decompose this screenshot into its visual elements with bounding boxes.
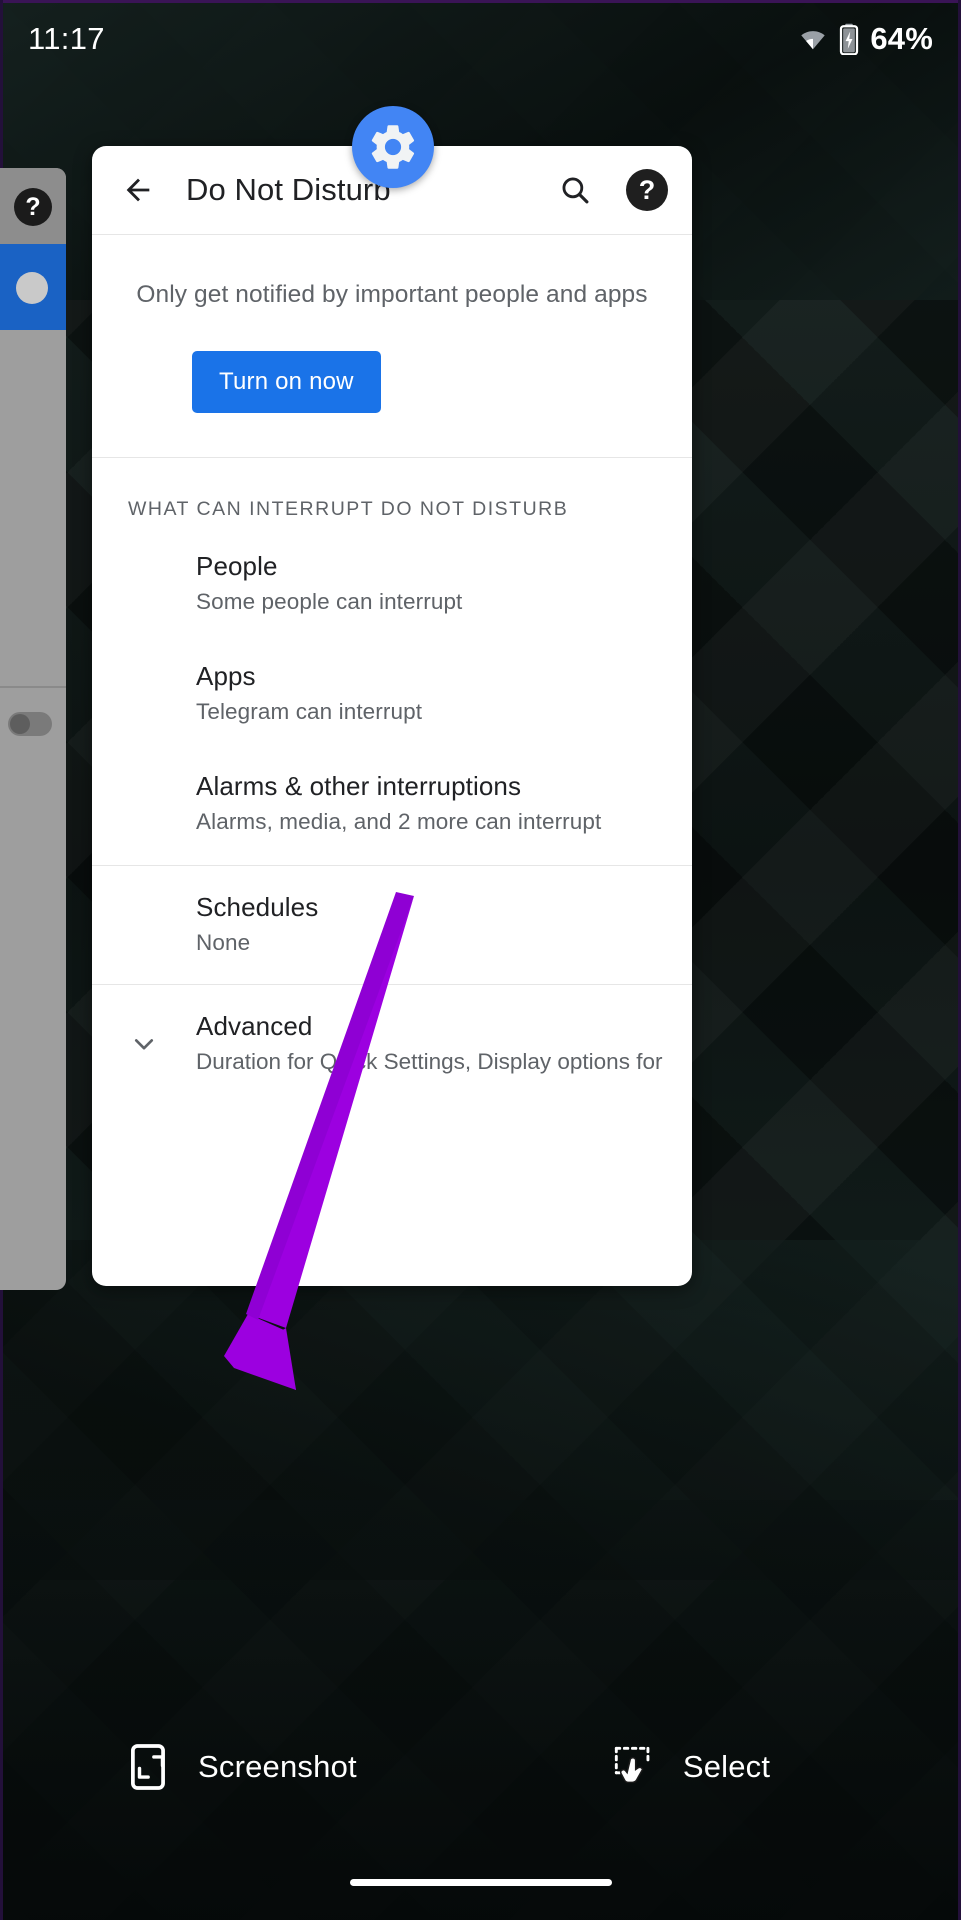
status-bar-clock: 11:17 <box>28 21 105 56</box>
list-item-subtitle: Some people can interrupt <box>196 589 463 614</box>
list-item-title: Schedules <box>196 892 319 922</box>
help-circle-icon: ? <box>626 169 668 211</box>
background-panel-selected-row <box>0 244 66 330</box>
list-item-title: Alarms & other interruptions <box>196 771 522 801</box>
settings-gear-icon <box>371 125 415 169</box>
search-icon <box>562 177 589 204</box>
status-bar-indicators: 64% <box>798 21 933 57</box>
selected-dot-icon <box>16 272 48 304</box>
status-bar: 11:17 64% <box>0 0 961 78</box>
search-button[interactable] <box>552 167 598 213</box>
do-not-disturb-card: Do Not Disturb ? Only get notified by im… <box>92 146 692 1286</box>
turn-on-now-button[interactable]: Turn on now <box>192 351 381 413</box>
page-title: Do Not Disturb <box>186 172 391 207</box>
app-bar-actions: ? <box>552 167 670 213</box>
settings-gear-badge <box>352 106 434 188</box>
list-item-title: People <box>196 551 278 581</box>
list-item-schedules[interactable]: Schedules None <box>92 866 692 984</box>
list-item-alarms-other-interruptions[interactable]: Alarms & other interruptions Alarms, med… <box>92 749 692 859</box>
list-item-subtitle: Alarms, media, and 2 more can interrupt <box>196 809 602 834</box>
select-label: Select <box>682 1749 771 1784</box>
phone-screen: 11:17 64% ? Do Not Disturb ? Only get no… <box>0 0 961 1920</box>
select-hand-icon <box>614 1746 650 1784</box>
interrupt-options-list: People Some people can interrupt Apps Te… <box>92 529 692 865</box>
list-item-title: Apps <box>196 661 256 691</box>
list-item-people[interactable]: People Some people can interrupt <box>92 529 692 639</box>
help-circle-icon: ? <box>14 188 52 226</box>
list-item-apps[interactable]: Apps Telegram can interrupt <box>92 639 692 749</box>
list-item-advanced[interactable]: Advanced Duration for Quick Settings, Di… <box>92 985 692 1101</box>
navigation-pill[interactable] <box>349 1879 612 1886</box>
wifi-icon <box>801 31 826 50</box>
background-panel-header: ? <box>0 168 66 244</box>
list-item-text: Alarms & other interruptions Alarms, med… <box>196 771 601 835</box>
screenshot-phone-icon <box>131 1744 165 1790</box>
back-button[interactable] <box>112 164 164 216</box>
dnd-description: Only get notified by important people an… <box>136 281 648 308</box>
select-button[interactable]: Select <box>613 1744 770 1790</box>
help-button[interactable]: ? <box>624 167 670 213</box>
list-item-text: Apps Telegram can interrupt <box>196 661 422 725</box>
advanced-text: Advanced Duration for Quick Settings, Di… <box>196 1011 666 1075</box>
background-panel-divider <box>0 686 66 688</box>
wallpaper-shade-bottom <box>0 1500 961 1920</box>
screenshot-button[interactable]: Screenshot <box>130 1744 357 1790</box>
list-item-text: Schedules None <box>196 892 318 956</box>
background-app-panel: ? <box>0 168 66 1290</box>
list-item-subtitle: None <box>196 930 251 955</box>
advanced-subtitle: Duration for Quick Settings, Display opt… <box>196 1049 666 1074</box>
toggle-switch-off-icon <box>8 712 52 736</box>
back-arrow-icon <box>126 178 150 202</box>
turn-on-button-wrap: Turn on now <box>92 351 692 413</box>
list-item-subtitle: Telegram can interrupt <box>196 699 423 724</box>
battery-charging-icon <box>840 23 859 55</box>
section-header-interrupt: WHAT CAN INTERRUPT DO NOT DISTURB <box>128 498 569 520</box>
list-item-text: People Some people can interrupt <box>196 551 462 615</box>
advanced-chevron-wrap <box>92 1025 196 1061</box>
screenshot-label: Screenshot <box>198 1749 357 1784</box>
chevron-down-icon <box>134 1039 154 1050</box>
bottom-toolbar: Screenshot Select <box>0 1712 961 1822</box>
battery-percent-label: 64% <box>870 21 933 56</box>
advanced-title: Advanced <box>196 1011 313 1041</box>
dnd-intro-section: Only get notified by important people an… <box>92 235 692 457</box>
